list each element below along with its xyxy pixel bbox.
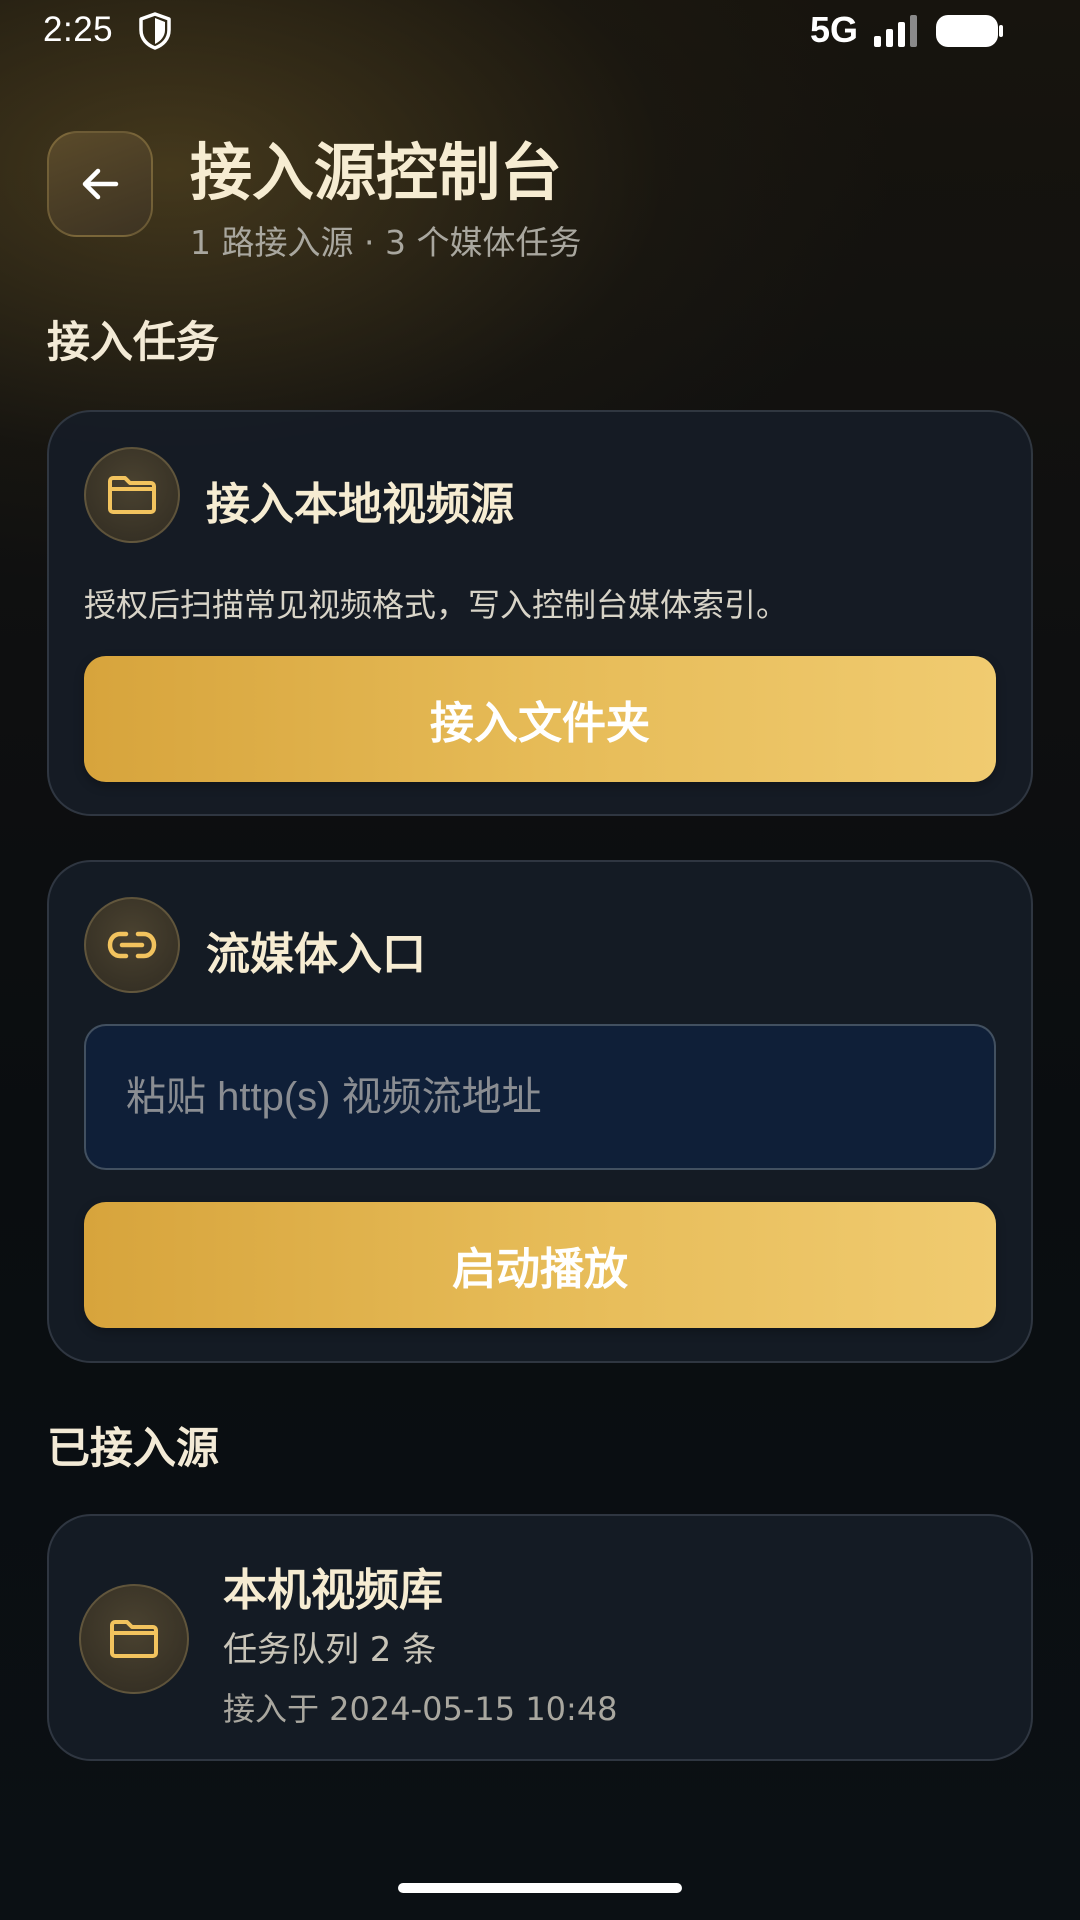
- status-bar: 2:25 5G: [0, 0, 1080, 62]
- signal-icon: [874, 15, 917, 47]
- stream-url-input[interactable]: [84, 1024, 996, 1170]
- local-source-title: 接入本地视频源: [206, 479, 514, 530]
- page-subtitle: 1 路接入源 · 3 个媒体任务: [190, 223, 582, 262]
- local-source-icon-circle: [84, 447, 180, 543]
- local-source-description: 授权后扫描常见视频格式，写入控制台媒体索引。: [84, 586, 789, 624]
- start-playback-button[interactable]: 启动播放: [84, 1202, 996, 1328]
- source-queue-count: 任务队列 2 条: [223, 1630, 437, 1670]
- connect-folder-button[interactable]: 接入文件夹: [84, 656, 996, 782]
- status-time: 2:25: [43, 10, 114, 49]
- tasks-section-title: 接入任务: [47, 318, 219, 368]
- shield-icon: [139, 12, 171, 50]
- sources-section-title: 已接入源: [47, 1424, 219, 1474]
- source-name: 本机视频库: [223, 1565, 443, 1616]
- stream-entry-card: 流媒体入口 启动播放: [47, 860, 1033, 1363]
- back-button[interactable]: [47, 131, 153, 237]
- folder-icon: [110, 1620, 158, 1658]
- source-connected-time: 接入于 2024-05-15 10:48: [223, 1690, 618, 1728]
- folder-icon: [108, 476, 156, 514]
- page-title: 接入源控制台: [190, 136, 563, 209]
- arrow-left-icon: [82, 168, 119, 200]
- network-type: 5G: [810, 9, 859, 50]
- source-list-item[interactable]: 本机视频库 任务队列 2 条 接入于 2024-05-15 10:48: [47, 1514, 1033, 1761]
- local-source-card: 接入本地视频源 授权后扫描常见视频格式，写入控制台媒体索引。 接入文件夹: [47, 410, 1033, 816]
- stream-entry-icon-circle: [84, 897, 180, 993]
- battery-icon: [936, 15, 1003, 47]
- link-icon: [107, 931, 157, 959]
- source-icon-circle: [79, 1584, 189, 1694]
- home-indicator[interactable]: [398, 1883, 682, 1893]
- stream-entry-title: 流媒体入口: [206, 929, 426, 980]
